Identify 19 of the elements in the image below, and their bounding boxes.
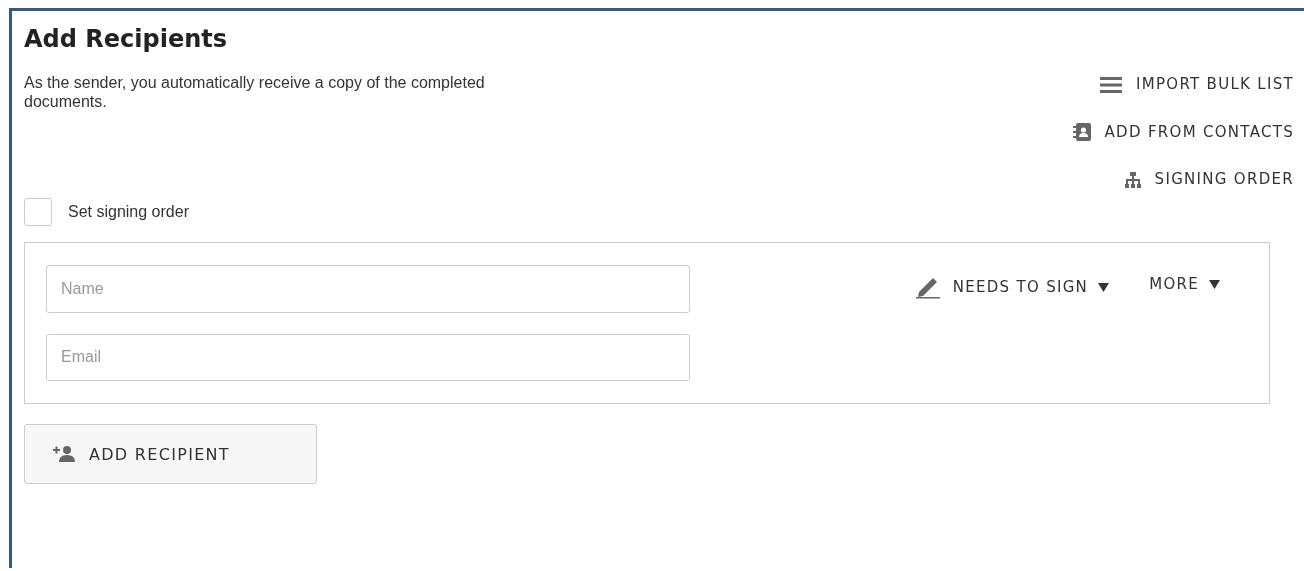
role-dropdown[interactable]: NEEDS TO SIGN xyxy=(914,275,1110,299)
action-link[interactable]: IMPORT BULK LIST xyxy=(1100,76,1294,93)
more-dropdown[interactable]: MORE xyxy=(1149,275,1220,293)
menu-icon xyxy=(1100,76,1122,93)
description-text: As the sender, you automatically receive a copy of the completed documents. xyxy=(24,73,486,112)
add-person-icon xyxy=(53,446,75,462)
name-field[interactable]: Name xyxy=(46,265,690,313)
caret-icon xyxy=(1098,282,1110,292)
caret-icon xyxy=(1209,279,1220,289)
pen-icon xyxy=(914,275,941,299)
add-recipient-button[interactable]: ADD RECIPIENT xyxy=(24,424,317,484)
hierarchy-icon xyxy=(1124,171,1141,188)
page-title: Add Recipients xyxy=(24,25,229,53)
action-link[interactable]: SIGNING ORDER xyxy=(1124,171,1294,188)
checkbox-label: Set signing order xyxy=(68,203,189,221)
action-link[interactable]: ADD FROM CONTACTS xyxy=(1072,123,1294,141)
address-book-icon xyxy=(1072,123,1091,141)
checkbox[interactable] xyxy=(24,198,52,226)
email-field[interactable]: Email xyxy=(46,333,690,381)
